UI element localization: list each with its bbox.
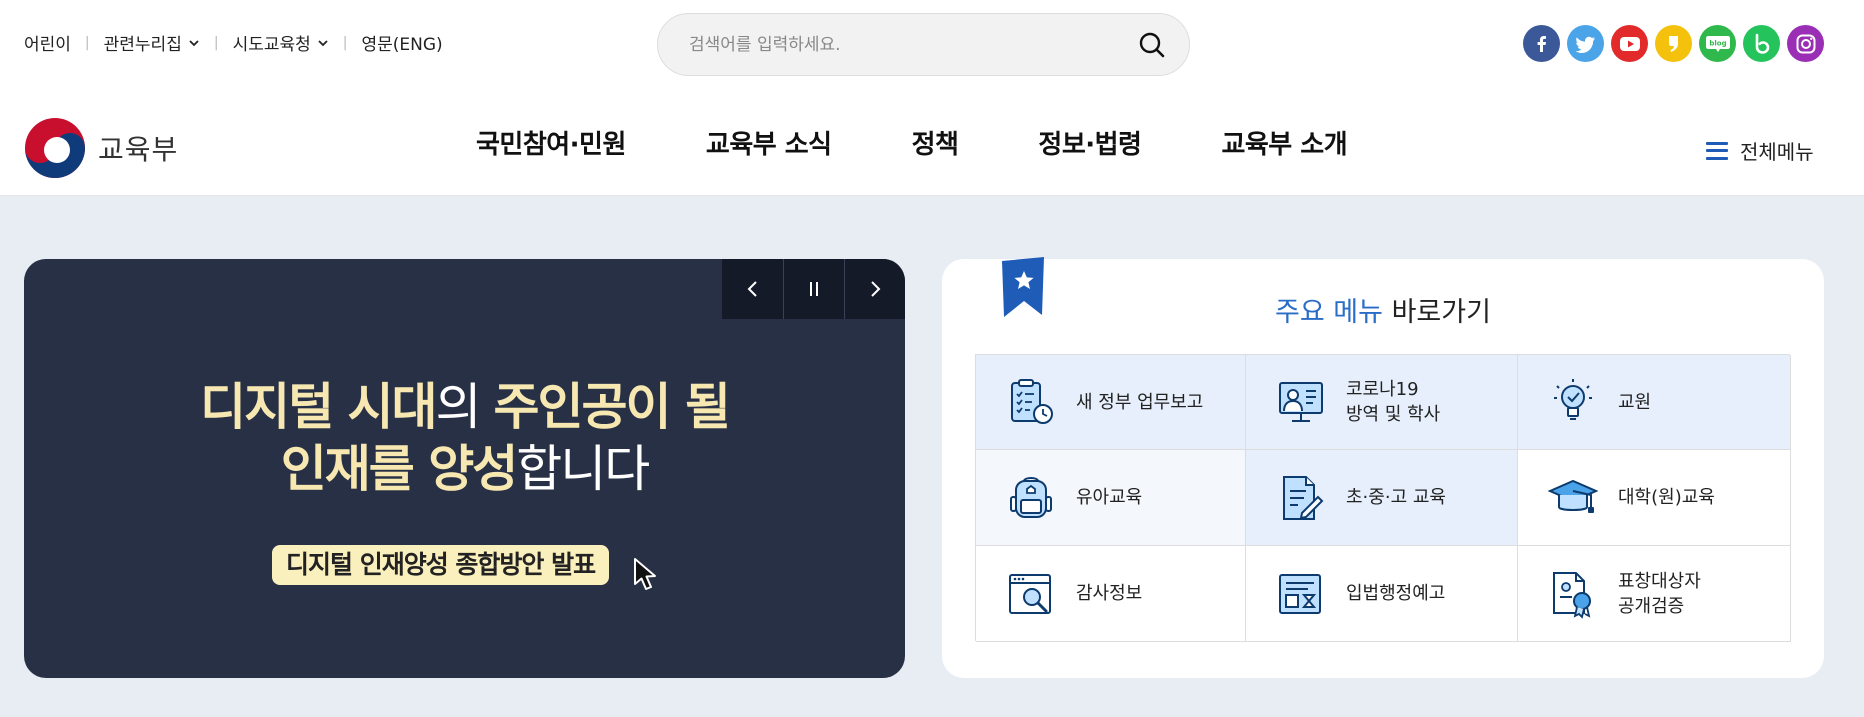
document-pencil-icon bbox=[1283, 475, 1324, 520]
quick-item-covid19[interactable]: 코로나19 방역 및 학사 bbox=[1246, 355, 1518, 450]
related-sites-dropdown[interactable]: 관련누리집 bbox=[104, 30, 200, 55]
legislation-icon bbox=[1279, 573, 1321, 614]
hamburger-icon bbox=[1706, 141, 1728, 160]
banner-text-highlight: 주인공이 될 bbox=[493, 378, 730, 436]
quick-item-university[interactable]: 대학(원)교육 bbox=[1518, 450, 1791, 546]
banner-headline: 디지털 시대의 주인공이 될 인재를 양성합니다 bbox=[24, 376, 905, 500]
utility-links: 어린이 | 관련누리집 | 시도교육청 | 영문(ENG) bbox=[24, 30, 443, 56]
chevron-left-icon bbox=[747, 281, 757, 297]
nav-news[interactable]: 교육부 소식 bbox=[706, 124, 832, 161]
quick-item-award-verification[interactable]: 표창대상자 공개검증 bbox=[1518, 546, 1791, 642]
banner-text-plain: 의 bbox=[435, 378, 494, 436]
monitor-teacher-icon bbox=[1279, 382, 1323, 422]
banner-controls bbox=[722, 259, 905, 319]
banner-text-highlight: 디지털 시대 bbox=[200, 378, 437, 436]
nav-info-law[interactable]: 정보·법령 bbox=[1038, 124, 1142, 161]
site-header: 교육부 국민참여·민원 교육부 소식 정책 정보·법령 교육부 소개 전체메뉴 bbox=[0, 88, 1864, 196]
quick-item-label: 대학(원)교육 bbox=[1618, 487, 1715, 508]
provincial-offices-label: 시도교육청 bbox=[232, 35, 311, 55]
main-banner[interactable]: 디지털 시대의 주인공이 될 인재를 양성합니다 디지털 인재양성 종합방안 발… bbox=[24, 259, 905, 678]
sns-links: blog bbox=[1523, 25, 1824, 62]
quick-menu-panel: 주요 메뉴 바로가기 새 정부 업무보고 코로나19 방역 및 학사 교원 유아… bbox=[942, 257, 1824, 678]
divider: | bbox=[213, 34, 219, 51]
graduation-cap-icon bbox=[1548, 479, 1598, 513]
quick-item-early-childhood[interactable]: 유아교육 bbox=[976, 450, 1246, 546]
quick-item-label: 코로나19 방역 및 학사 bbox=[1346, 379, 1441, 425]
magnifier-window-icon bbox=[1009, 573, 1051, 614]
utility-bar: 어린이 | 관련누리집 | 시도교육청 | 영문(ENG) 검색어를 입력하세요… bbox=[0, 0, 1864, 88]
banner-pause-button[interactable] bbox=[783, 259, 844, 319]
taegeuk-logo-icon bbox=[25, 118, 85, 178]
quick-item-label: 유아교육 bbox=[1076, 487, 1143, 508]
ministry-logo[interactable]: 교육부 bbox=[24, 117, 178, 179]
logo-text: 교육부 bbox=[98, 133, 179, 166]
banner-text-plain: 합니다 bbox=[516, 440, 650, 498]
all-menu-label: 전체메뉴 bbox=[1740, 140, 1814, 164]
youtube-icon[interactable] bbox=[1611, 25, 1648, 62]
util-link-kids[interactable]: 어린이 bbox=[24, 30, 71, 55]
band-icon[interactable] bbox=[1743, 25, 1780, 62]
main-navigation: 국민참여·민원 교육부 소식 정책 정보·법령 교육부 소개 bbox=[476, 124, 1348, 161]
quick-item-label: 감사정보 bbox=[1076, 583, 1143, 604]
quick-title-rest: 바로가기 bbox=[1383, 297, 1491, 328]
divider: | bbox=[342, 34, 348, 51]
mouse-pointer-icon bbox=[634, 558, 656, 590]
facebook-icon[interactable] bbox=[1523, 25, 1560, 62]
kakao-story-icon[interactable] bbox=[1655, 25, 1692, 62]
nav-about[interactable]: 교육부 소개 bbox=[1221, 124, 1347, 161]
quick-menu-grid: 새 정부 업무보고 코로나19 방역 및 학사 교원 유아교육 초·중·고 교육… bbox=[975, 354, 1791, 642]
quick-title-highlight: 주요 메뉴 bbox=[1275, 297, 1383, 328]
nav-participation[interactable]: 국민참여·민원 bbox=[476, 124, 626, 161]
util-link-english[interactable]: 영문(ENG) bbox=[361, 30, 442, 55]
quick-item-label: 초·중·고 교육 bbox=[1346, 487, 1446, 508]
quick-item-teachers[interactable]: 교원 bbox=[1518, 355, 1791, 450]
chevron-right-icon bbox=[871, 281, 881, 297]
banner-next-button[interactable] bbox=[844, 259, 905, 319]
search-input[interactable] bbox=[689, 14, 1109, 75]
instagram-icon[interactable] bbox=[1787, 25, 1824, 62]
nav-policy[interactable]: 정책 bbox=[912, 124, 959, 161]
quick-item-work-report[interactable]: 새 정부 업무보고 bbox=[976, 355, 1246, 450]
pause-icon bbox=[810, 282, 818, 296]
quick-item-legislation-notice[interactable]: 입법행정예고 bbox=[1246, 546, 1518, 642]
backpack-icon bbox=[1010, 476, 1052, 518]
banner-cta-pill[interactable]: 디지털 인재양성 종합방안 발표 bbox=[272, 545, 610, 585]
all-menu-button[interactable]: 전체메뉴 bbox=[1706, 136, 1814, 165]
report-clipboard-icon bbox=[1011, 379, 1053, 424]
related-sites-label: 관련누리집 bbox=[103, 35, 182, 55]
quick-item-k12-education[interactable]: 초·중·고 교육 bbox=[1246, 450, 1518, 546]
quick-item-label: 표창대상자 공개검증 bbox=[1618, 570, 1701, 617]
svg-text:blog: blog bbox=[1709, 39, 1726, 47]
search-box bbox=[657, 13, 1190, 76]
quick-item-label: 입법행정예고 bbox=[1346, 583, 1446, 604]
chevron-down-icon bbox=[189, 39, 199, 46]
quick-item-label: 교원 bbox=[1618, 391, 1652, 413]
banner-prev-button[interactable] bbox=[722, 259, 783, 319]
blog-icon[interactable]: blog bbox=[1699, 25, 1736, 62]
award-document-icon bbox=[1553, 571, 1591, 619]
quick-item-label: 새 정부 업무보고 bbox=[1076, 391, 1204, 413]
banner-headline-line-2: 인재를 양성합니다 bbox=[24, 438, 905, 500]
divider: | bbox=[84, 34, 90, 51]
banner-text-highlight: 인재를 양성 bbox=[280, 440, 518, 498]
chevron-down-icon bbox=[318, 39, 328, 46]
quick-item-audit-info[interactable]: 감사정보 bbox=[976, 546, 1246, 642]
quick-menu-title: 주요 메뉴 바로가기 bbox=[942, 290, 1824, 329]
search-icon[interactable] bbox=[1137, 30, 1167, 60]
provincial-offices-dropdown[interactable]: 시도교육청 bbox=[233, 30, 329, 55]
banner-headline-line-1: 디지털 시대의 주인공이 될 bbox=[24, 376, 905, 438]
twitter-icon[interactable] bbox=[1567, 25, 1604, 62]
main-section: 디지털 시대의 주인공이 될 인재를 양성합니다 디지털 인재양성 종합방안 발… bbox=[0, 196, 1864, 717]
lightbulb-icon bbox=[1554, 379, 1592, 420]
